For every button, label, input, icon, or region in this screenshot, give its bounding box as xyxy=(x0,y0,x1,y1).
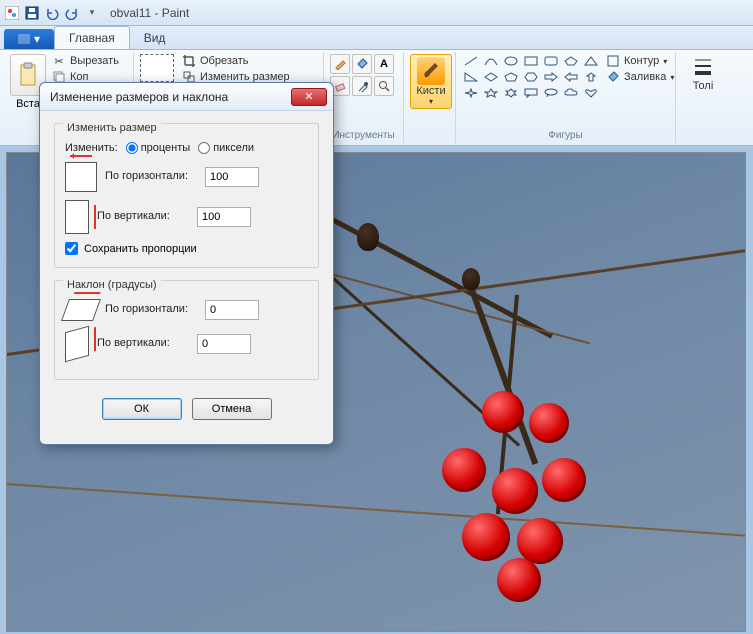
size-button[interactable]: Толі xyxy=(682,54,724,94)
horizontal-resize-icon xyxy=(65,162,97,192)
radio-pixels[interactable] xyxy=(198,142,210,154)
title-bar: ▾ obval11 - Paint xyxy=(0,0,753,26)
shapes-label: Фигуры xyxy=(462,130,669,141)
qat-dropdown-icon[interactable]: ▾ xyxy=(84,5,100,21)
fill-tool[interactable] xyxy=(352,54,372,74)
quick-access-toolbar: ▾ xyxy=(4,5,100,21)
shape-callout-oval[interactable] xyxy=(542,86,560,100)
skew-horizontal-input[interactable] xyxy=(205,300,259,320)
horizontal-label: По горизонтали: xyxy=(105,170,197,183)
paste-label: Вста xyxy=(16,98,40,110)
shapes-gallery[interactable] xyxy=(462,54,600,100)
cancel-button[interactable]: Отмена xyxy=(192,398,272,420)
file-tab[interactable]: ▾ xyxy=(4,29,54,49)
tab-view[interactable]: Вид xyxy=(130,27,180,49)
vertical-resize-icon xyxy=(65,200,89,234)
horizontal-input[interactable] xyxy=(205,167,259,187)
ok-button[interactable]: ОК xyxy=(102,398,182,420)
file-tab-arrow: ▾ xyxy=(34,32,40,46)
shape-star4[interactable] xyxy=(462,86,480,100)
outline-button[interactable]: Контур▾ xyxy=(606,54,674,68)
brushes-button[interactable]: Кисти ▾ xyxy=(410,54,452,109)
resize-skew-dialog: Изменение размеров и наклона ✕ Изменить … xyxy=(39,82,334,445)
save-icon[interactable] xyxy=(24,5,40,21)
chevron-down-icon: ▾ xyxy=(429,97,433,106)
skew-horizontal-label: По горизонтали: xyxy=(105,303,197,316)
vertical-input[interactable] xyxy=(197,207,251,227)
cut-button[interactable]: ✂Вырезать xyxy=(52,54,119,68)
shape-arrow-l[interactable] xyxy=(562,70,580,84)
shape-arrow-r[interactable] xyxy=(542,70,560,84)
resize-fieldset: Изменить размер Изменить: проценты пиксе… xyxy=(54,123,319,268)
shape-callout-rect[interactable] xyxy=(522,86,540,100)
vertical-skew-icon xyxy=(65,326,89,362)
tools-group: A Инструменты xyxy=(324,52,404,143)
skew-vertical-input[interactable] xyxy=(197,334,251,354)
text-tool[interactable]: A xyxy=(374,54,394,74)
close-icon: ✕ xyxy=(304,90,313,103)
shape-roundrect[interactable] xyxy=(542,54,560,68)
scissors-icon: ✂ xyxy=(52,54,66,68)
picker-tool[interactable] xyxy=(352,76,372,96)
skew-vertical-label: По вертикали: xyxy=(97,337,189,350)
shape-hexagon[interactable] xyxy=(522,70,540,84)
fill-button[interactable]: Заливка▾ xyxy=(606,70,674,84)
tab-home[interactable]: Главная xyxy=(54,26,130,49)
skew-fieldset: Наклон (градусы) По горизонтали: По верт… xyxy=(54,280,319,380)
shape-star6[interactable] xyxy=(502,86,520,100)
brush-icon xyxy=(417,57,445,85)
pencil-tool[interactable] xyxy=(330,54,350,74)
brushes-group: Кисти ▾ xyxy=(404,52,456,143)
shape-rtriangle[interactable] xyxy=(462,70,480,84)
shape-arrow-u[interactable] xyxy=(582,70,600,84)
outline-icon xyxy=(606,54,620,68)
ribbon-tabs: ▾ Главная Вид xyxy=(0,26,753,50)
magnifier-tool[interactable] xyxy=(374,76,394,96)
crop-button[interactable]: Обрезать xyxy=(182,54,290,68)
select-button[interactable] xyxy=(140,54,174,82)
skew-legend: Наклон (градусы) xyxy=(63,279,161,291)
fill-icon xyxy=(606,70,620,84)
crop-icon xyxy=(182,54,196,68)
paint-app-icon[interactable] xyxy=(4,5,20,21)
window-title: obval11 - Paint xyxy=(110,6,189,20)
size-group: Толі xyxy=(676,52,716,143)
shape-cloud[interactable] xyxy=(562,86,580,100)
dialog-title: Изменение размеров и наклона xyxy=(50,90,228,104)
shapes-group: Контур▾ Заливка▾ Фигуры xyxy=(456,52,676,143)
tools-label: Инструменты xyxy=(330,130,397,141)
shape-polygon[interactable] xyxy=(562,54,580,68)
dialog-titlebar[interactable]: Изменение размеров и наклона ✕ xyxy=(40,83,333,111)
horizontal-skew-icon xyxy=(61,299,101,321)
shape-star5[interactable] xyxy=(482,86,500,100)
keep-aspect-checkbox[interactable] xyxy=(65,242,78,255)
shape-line[interactable] xyxy=(462,54,480,68)
shape-oval[interactable] xyxy=(502,54,520,68)
keep-aspect-label: Сохранить пропорции xyxy=(84,243,197,255)
undo-icon[interactable] xyxy=(44,5,60,21)
shape-rect[interactable] xyxy=(522,54,540,68)
close-button[interactable]: ✕ xyxy=(291,88,327,106)
shape-curve[interactable] xyxy=(482,54,500,68)
shape-diamond[interactable] xyxy=(482,70,500,84)
redo-icon[interactable] xyxy=(64,5,80,21)
vertical-label: По вертикали: xyxy=(97,210,189,223)
shape-pentagon[interactable] xyxy=(502,70,520,84)
shape-heart[interactable] xyxy=(582,86,600,100)
resize-legend: Изменить размер xyxy=(63,122,161,134)
radio-percent[interactable] xyxy=(126,142,138,154)
shape-triangle[interactable] xyxy=(582,54,600,68)
